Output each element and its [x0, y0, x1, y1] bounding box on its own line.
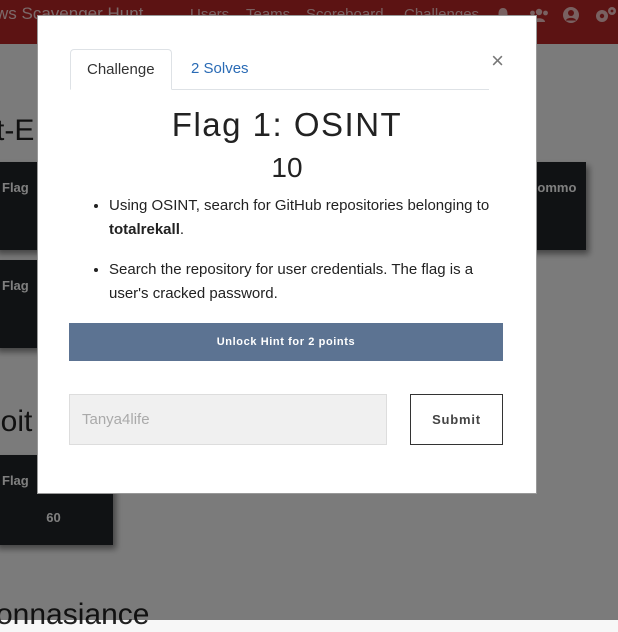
challenge-description: Using OSINT, search for GitHub repositor…	[70, 194, 510, 322]
modal-tabs: Challenge 2 Solves	[70, 49, 489, 90]
tab-challenge[interactable]: Challenge	[70, 49, 172, 90]
description-bold-text: totalrekall	[109, 221, 180, 238]
description-item: Search the repository for user credentia…	[109, 258, 510, 306]
unlock-hint-button[interactable]: Unlock Hint for 2 points	[69, 323, 503, 361]
tab-solves[interactable]: 2 Solves	[175, 49, 265, 89]
submit-button[interactable]: Submit	[410, 394, 503, 445]
challenge-modal: × Challenge 2 Solves Flag 1: OSINT 10 Us…	[37, 15, 537, 494]
description-item: Using OSINT, search for GitHub repositor…	[109, 194, 510, 242]
challenge-title: Flag 1: OSINT	[171, 106, 403, 143]
challenge-value: 10	[271, 152, 303, 183]
flag-input[interactable]: Tanya4life	[69, 394, 387, 445]
close-button[interactable]: ×	[491, 50, 504, 72]
